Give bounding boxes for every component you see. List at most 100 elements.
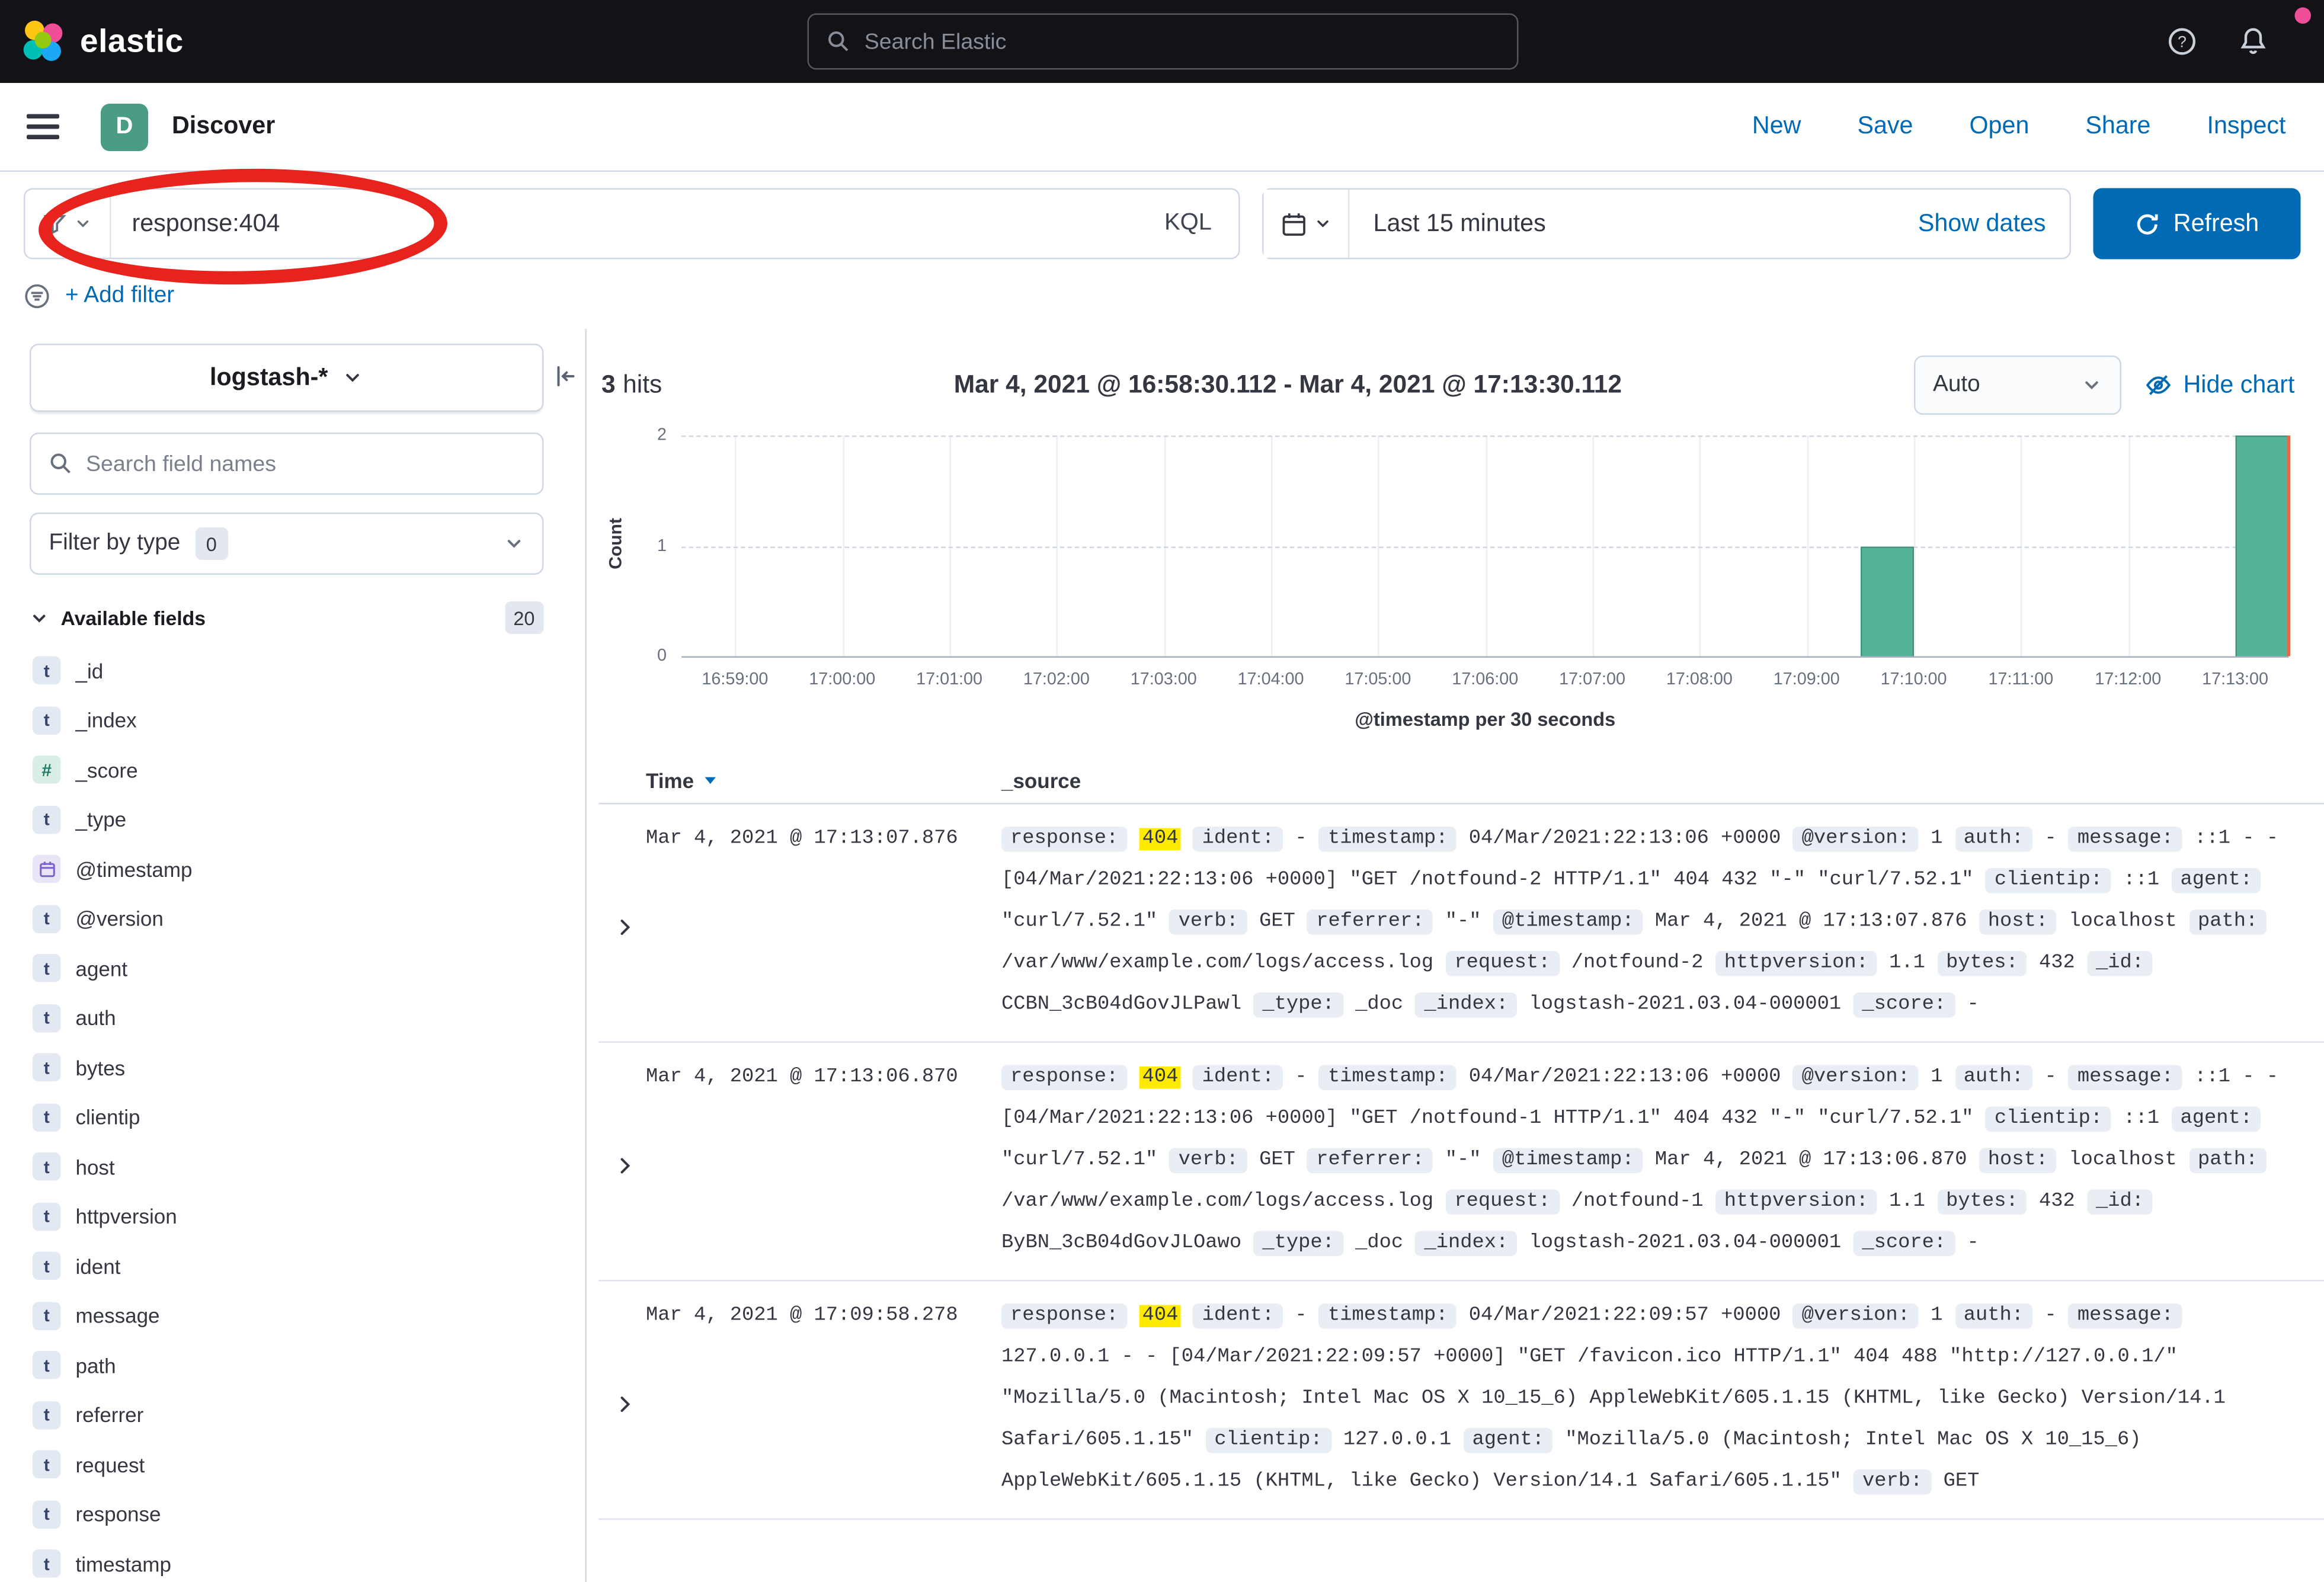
index-pattern-selector[interactable]: logstash-*: [30, 344, 544, 412]
chart-x-tick-label: 17:01:00: [916, 671, 982, 689]
field-item-referrer[interactable]: treferrer: [30, 1390, 544, 1440]
source-field-value: GET: [1944, 1471, 1980, 1494]
current-time-marker: [2287, 435, 2290, 657]
field-search-input[interactable]: [86, 451, 524, 476]
source-field-name: response:: [1001, 827, 1127, 852]
elastic-logo-icon[interactable]: [21, 20, 65, 64]
source-field-name: _index:: [1415, 992, 1517, 1018]
show-dates-button[interactable]: Show dates: [1894, 210, 2070, 238]
field-type-icon-text: t: [33, 905, 61, 933]
query-language-button[interactable]: KQL: [1138, 210, 1238, 237]
source-field-name: timestamp:: [1319, 1304, 1457, 1329]
field-type-icon-text: t: [33, 706, 61, 735]
field-item-agent[interactable]: tagent: [30, 944, 544, 994]
global-search[interactable]: [806, 14, 1518, 70]
field-item-_index[interactable]: t_index: [30, 696, 544, 745]
field-name: auth: [76, 1006, 116, 1030]
field-search[interactable]: [30, 433, 544, 495]
source-field-name: bytes:: [1937, 951, 2027, 976]
filter-by-type-count: 0: [195, 527, 228, 560]
global-search-input[interactable]: [865, 29, 1499, 55]
chart-x-tick-label: 17:10:00: [1881, 671, 1947, 689]
field-item-_id[interactable]: t_id: [30, 646, 544, 696]
field-item-timestamp[interactable]: ttimestamp: [30, 1539, 544, 1582]
source-field-value: Mar 4, 2021 @ 17:13:07.876: [1655, 911, 1967, 934]
field-type-icon-text: t: [33, 1550, 61, 1578]
source-field-name: timestamp:: [1319, 1065, 1457, 1091]
source-field-name: _score:: [1853, 1231, 1955, 1257]
filter-by-type-select[interactable]: Filter by type 0: [30, 513, 544, 575]
doc-table-row: Mar 4, 2021 @ 17:13:07.876response: 404 …: [598, 805, 2324, 1043]
time-range-button[interactable]: Last 15 minutes: [1350, 210, 1894, 238]
calendar-menu-button[interactable]: [1264, 190, 1350, 258]
field-item-response[interactable]: tresponse: [30, 1490, 544, 1539]
source-field-name: request:: [1445, 951, 1559, 976]
nav-action-new[interactable]: New: [1752, 113, 1801, 141]
search-highlight: 404: [1139, 1067, 1182, 1089]
source-field-name: @version:: [1793, 1304, 1919, 1329]
expand-doc-button[interactable]: [598, 1058, 646, 1265]
nav-action-share[interactable]: Share: [2085, 113, 2150, 141]
field-name: bytes: [76, 1056, 126, 1080]
histogram-bar[interactable]: [2235, 435, 2288, 657]
saved-query-menu-button[interactable]: [25, 190, 111, 258]
source-field-name: verb:: [1170, 910, 1247, 935]
hits-label: hits: [623, 370, 662, 399]
field-name: @timestamp: [76, 857, 193, 881]
menu-hamburger-icon[interactable]: [27, 114, 59, 139]
source-field-name: _score:: [1853, 992, 1955, 1018]
interval-select[interactable]: Auto: [1913, 356, 2121, 415]
field-name: ident: [76, 1254, 121, 1278]
source-field-value: 1: [1931, 1067, 1942, 1089]
source-field-name: bytes:: [1937, 1190, 2027, 1215]
field-item-ident[interactable]: tident: [30, 1241, 544, 1291]
expand-doc-button[interactable]: [598, 819, 646, 1027]
refresh-icon: [2135, 211, 2160, 236]
filter-set-icon[interactable]: [24, 283, 50, 310]
field-item-_type[interactable]: t_type: [30, 795, 544, 844]
field-item-message[interactable]: tmessage: [30, 1291, 544, 1341]
source-field-name: path:: [2189, 910, 2267, 935]
hits-count: 3hits: [601, 370, 662, 400]
field-item-clientip[interactable]: tclientip: [30, 1093, 544, 1142]
histogram-bar[interactable]: [1860, 546, 1913, 656]
search-highlight: 404: [1139, 1305, 1182, 1328]
nav-action-inspect[interactable]: Inspect: [2207, 113, 2285, 141]
nav-action-save[interactable]: Save: [1857, 113, 1913, 141]
field-type-icon-text: t: [33, 805, 61, 834]
source-field-value: 04/Mar/2021:22:13:06 +0000: [1469, 828, 1781, 851]
help-icon[interactable]: ?: [2168, 27, 2197, 56]
field-item-request[interactable]: trequest: [30, 1440, 544, 1490]
field-type-icon-number: #: [33, 756, 61, 784]
add-filter-link[interactable]: + Add filter: [65, 283, 174, 310]
source-field-name: request:: [1445, 1190, 1559, 1215]
source-field-value: logstash-2021.03.04-000001: [1529, 1232, 1842, 1255]
field-item-auth[interactable]: tauth: [30, 993, 544, 1043]
filter-by-type-label: Filter by type: [49, 530, 181, 557]
notifications-bell-icon[interactable]: [2239, 27, 2268, 56]
field-item-host[interactable]: thost: [30, 1142, 544, 1192]
expand-doc-button[interactable]: [598, 1296, 646, 1504]
doc-table-body: Mar 4, 2021 @ 17:13:07.876response: 404 …: [598, 805, 2324, 1520]
field-item-_score[interactable]: #_score: [30, 745, 544, 795]
source-field-name: message:: [2069, 827, 2182, 852]
source-field-name: path:: [2189, 1148, 2267, 1174]
field-name: referrer: [76, 1403, 144, 1427]
available-fields-header[interactable]: Available fields 20: [30, 601, 544, 634]
field-item-bytes[interactable]: tbytes: [30, 1043, 544, 1093]
source-field-name: auth:: [1955, 1304, 2032, 1329]
query-input[interactable]: [111, 210, 1138, 238]
field-item-@version[interactable]: t@version: [30, 894, 544, 944]
nav-action-open[interactable]: Open: [1969, 113, 2029, 141]
chart-plot: 012: [681, 435, 2289, 658]
column-header-source[interactable]: _source: [1001, 768, 2301, 792]
field-item-path[interactable]: tpath: [30, 1341, 544, 1391]
kibana-discover-app: elastic ? D Discover NewSaveOpenShareIns…: [0, 0, 2324, 1582]
hide-chart-link[interactable]: Hide chart: [2144, 371, 2294, 399]
column-header-time[interactable]: Time: [646, 768, 1001, 792]
field-item-@timestamp[interactable]: @timestamp: [30, 844, 544, 894]
field-item-httpversion[interactable]: thttpversion: [30, 1192, 544, 1241]
collapse-sidebar-button[interactable]: [554, 364, 578, 388]
field-sidebar: logstash-* Filter by type 0: [0, 329, 587, 1582]
refresh-button[interactable]: Refresh: [2093, 188, 2301, 260]
